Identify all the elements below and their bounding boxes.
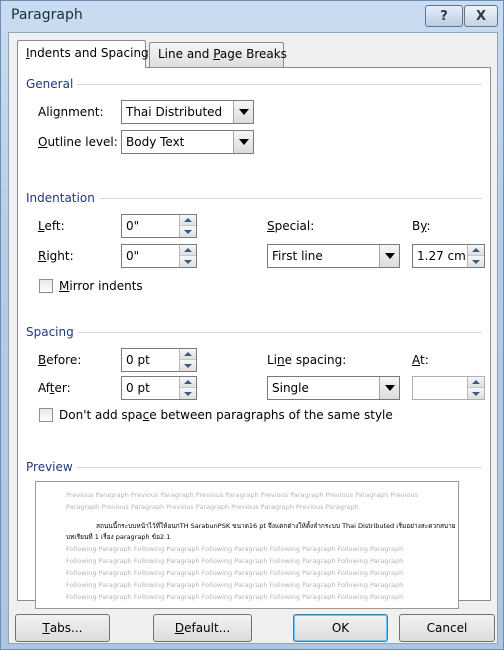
tab-line-and-page-breaks[interactable]: Line and Page Breaks: [149, 42, 287, 67]
line-spacing-at-spinner[interactable]: [412, 376, 485, 400]
spin-up-icon[interactable]: [180, 349, 196, 360]
preview-previous-line: Paragraph Previous Paragraph Previous Pa…: [66, 503, 359, 511]
title-bar: Paragraph ? X: [1, 1, 503, 33]
right-indent-spinner[interactable]: 0": [121, 244, 197, 268]
default-button[interactable]: Default...: [153, 614, 252, 642]
chevron-down-icon[interactable]: [379, 245, 399, 267]
dont-add-space-label: Don't add space between paragraphs of th…: [59, 408, 393, 422]
spin-down-icon[interactable]: [180, 388, 196, 399]
cancel-button[interactable]: Cancel: [399, 614, 495, 642]
chevron-down-icon[interactable]: [233, 131, 253, 153]
outline-level-select[interactable]: Body Text: [121, 130, 254, 154]
preview-following-line: Following Paragraph Following Paragraph …: [66, 569, 404, 577]
spacing-before-spinner[interactable]: 0 pt: [121, 348, 197, 372]
spin-up-icon[interactable]: [468, 377, 484, 388]
chevron-down-icon[interactable]: [379, 377, 399, 399]
dialog-title: Paragraph: [11, 7, 83, 23]
spin-up-icon[interactable]: [180, 377, 196, 388]
mirror-indents-label: Mirror indents: [59, 279, 143, 293]
help-icon: ?: [440, 8, 448, 24]
preview-current-line: บทเรียนที่ 1 เรื่อง paragraph ข้อ2.1: [66, 533, 171, 541]
at-label: At:: [412, 353, 429, 367]
preview-following-line: Following Paragraph Following Paragraph …: [66, 581, 404, 589]
spin-down-icon[interactable]: [180, 256, 196, 267]
ok-button[interactable]: OK: [293, 614, 388, 642]
preview-section-title: Preview: [26, 460, 77, 474]
preview-following-line: Following Paragraph Following Paragraph …: [66, 593, 404, 601]
help-button[interactable]: ?: [425, 5, 463, 27]
after-label: After:: [38, 381, 71, 395]
before-label: Before:: [38, 353, 82, 367]
line-spacing-select[interactable]: Single: [267, 376, 400, 400]
divider: [26, 84, 482, 85]
left-indent-label: Left:: [38, 219, 65, 233]
paragraph-preview: Previous Paragraph Previous Paragraph Pr…: [35, 481, 459, 609]
spacing-after-spinner[interactable]: 0 pt: [121, 376, 197, 400]
indentation-section-title: Indentation: [26, 191, 99, 205]
special-indent-select[interactable]: First line: [267, 244, 400, 268]
left-indent-spinner[interactable]: 0": [121, 214, 197, 238]
dont-add-space-checkbox[interactable]: [39, 408, 53, 422]
close-icon: X: [475, 8, 487, 24]
by-label: By:: [412, 219, 431, 233]
spin-down-icon[interactable]: [180, 360, 196, 371]
spin-up-icon[interactable]: [180, 245, 196, 256]
chevron-down-icon[interactable]: [233, 101, 253, 123]
preview-following-line: Following Paragraph Following Paragraph …: [66, 545, 404, 553]
preview-current-line: สถนนนี้กระบบหน้าไว้ที่ให้อนกTH SarabunPS…: [96, 522, 456, 530]
special-label: Special:: [267, 219, 315, 233]
divider: [26, 332, 482, 333]
spacing-section-title: Spacing: [26, 325, 78, 339]
close-button[interactable]: X: [464, 5, 498, 27]
right-indent-label: Right:: [38, 249, 74, 263]
tabs-button[interactable]: Tabs...: [15, 614, 110, 642]
alignment-label: Alignment:: [38, 105, 104, 119]
mirror-indents-checkbox[interactable]: [39, 279, 53, 293]
tab-indents-and-spacing[interactable]: Indents and Spacing: [17, 40, 149, 68]
by-spinner[interactable]: 1.27 cm: [412, 244, 485, 268]
spin-up-icon[interactable]: [180, 215, 196, 226]
spin-down-icon[interactable]: [180, 226, 196, 237]
spin-down-icon[interactable]: [468, 256, 484, 267]
outline-level-label: Outline level:: [38, 135, 118, 149]
general-section-title: General: [26, 77, 78, 91]
alignment-select[interactable]: Thai Distributed: [121, 100, 254, 124]
line-spacing-label: Line spacing:: [267, 353, 347, 367]
divider: [26, 467, 482, 468]
dialog-body: Indents and Spacing Line and Page Breaks…: [8, 32, 498, 644]
paragraph-dialog: Paragraph ? X Indents and Spacing Line a…: [0, 0, 504, 650]
spin-down-icon[interactable]: [468, 388, 484, 399]
preview-previous-line: Previous Paragraph Previous Paragraph Pr…: [66, 491, 418, 499]
spin-up-icon[interactable]: [468, 245, 484, 256]
preview-following-line: Following Paragraph Following Paragraph …: [66, 557, 404, 565]
